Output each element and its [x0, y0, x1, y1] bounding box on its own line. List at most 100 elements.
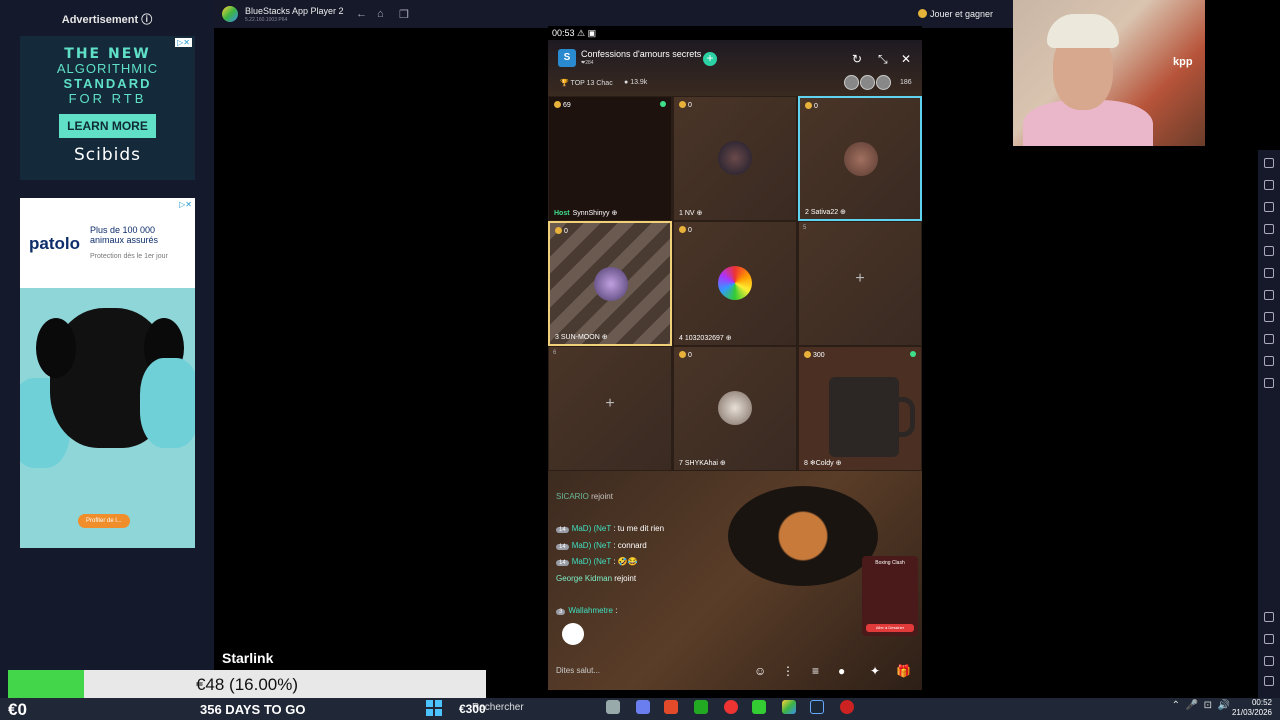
user-avatar[interactable]: [594, 267, 628, 301]
seat-4[interactable]: 0 4 1032032697 ⊕: [673, 221, 797, 346]
sidebar-tool-icon[interactable]: [1264, 158, 1274, 168]
sidebar-tool-icon[interactable]: [1264, 246, 1274, 256]
dog-ear: [36, 318, 76, 378]
seat-8[interactable]: 300 8 ❄Coldy ⊕: [798, 346, 922, 471]
emoji-icon[interactable]: ☺: [754, 664, 766, 678]
minimize-icon[interactable]: ⤡: [878, 52, 888, 67]
sidebar-tool-icon[interactable]: [1264, 312, 1274, 322]
room-avatar[interactable]: S: [558, 49, 576, 67]
bluestacks-version: 5.22.160.1003 P64: [245, 17, 288, 23]
brave-icon[interactable]: [664, 700, 678, 714]
chat-user[interactable]: MaD) (NeT: [572, 557, 611, 566]
chat-user[interactable]: Wallahmetre: [568, 606, 613, 615]
party-icon[interactable]: ✦: [870, 664, 880, 678]
sidebar-tool-icon[interactable]: [1264, 202, 1274, 212]
multitask-icon[interactable]: ❐: [399, 8, 409, 21]
app-icon[interactable]: [724, 700, 738, 714]
room-name[interactable]: Confessions d'amours secrets: [581, 49, 701, 59]
seat-user: SynnShinyy: [572, 210, 610, 217]
sidebar-tool-icon[interactable]: [1264, 268, 1274, 278]
recent-apps-icon[interactable]: [1264, 676, 1274, 686]
money-left: €0: [8, 700, 27, 719]
seat-2[interactable]: 0 2 Sativa22 ⊕: [798, 96, 922, 221]
close-icon[interactable]: ✕: [901, 52, 911, 66]
chat-input[interactable]: Dites salut...: [556, 666, 600, 675]
app-icon[interactable]: [752, 700, 766, 714]
seat-coins-value: 0: [564, 228, 568, 235]
taskbar-clock[interactable]: 00:52 21/03/2026: [1232, 698, 1272, 718]
audio-icon[interactable]: ⋮: [782, 664, 794, 678]
boxing-clash-promo[interactable]: Boxing Clash Aller à Dessiner: [862, 556, 918, 636]
user-avatar[interactable]: [718, 391, 752, 425]
menu-icon[interactable]: ≡: [812, 664, 819, 678]
system-tray[interactable]: ⌃ 🎤 ⊡ 🔊: [1172, 700, 1230, 711]
painting-lettering: kpp: [1173, 56, 1193, 68]
discord-icon[interactable]: [636, 700, 650, 714]
sidebar-tool-icon[interactable]: [1264, 356, 1274, 366]
seat-index: 4: [679, 335, 683, 342]
seat-5-empty[interactable]: 5 +: [798, 221, 922, 346]
seat-name: Host SynnShinyy ⊕: [554, 210, 618, 217]
windows-start-icon[interactable]: [426, 700, 442, 716]
share-icon[interactable]: ↻: [852, 52, 862, 66]
seat-1[interactable]: 0 1 NV ⊕: [673, 96, 797, 221]
add-seat-icon[interactable]: +: [799, 270, 921, 288]
chat-text: : tu me dit rien: [613, 524, 665, 533]
user-avatar[interactable]: [718, 266, 752, 300]
chat-user[interactable]: SICARIO: [556, 492, 589, 501]
mascot-icon[interactable]: [562, 623, 584, 645]
patolo-logo: patolo: [29, 234, 80, 253]
sidebar-tool-icon[interactable]: [1264, 334, 1274, 344]
chat-user[interactable]: MaD) (NeT: [572, 541, 611, 550]
sidebar-tool-icon[interactable]: [1264, 378, 1274, 388]
ad-close-icon[interactable]: ▷✕: [179, 200, 192, 209]
ad-choices-icon[interactable]: ▷✕: [175, 38, 192, 47]
back-icon[interactable]: [1264, 634, 1274, 644]
viewer-count[interactable]: 186: [900, 79, 912, 86]
media-icon[interactable]: [840, 700, 854, 714]
days-to-go: 356 DAYS TO GO: [200, 702, 306, 717]
seat-3[interactable]: 0 3 SUN-MOON ⊕: [548, 221, 672, 346]
sidebar-tool-icon[interactable]: [1264, 180, 1274, 190]
file-explorer-icon[interactable]: [606, 700, 620, 714]
seat-6-empty[interactable]: 6 +: [548, 346, 672, 471]
play-icon[interactable]: [694, 700, 708, 714]
user-avatar[interactable]: [844, 142, 878, 176]
learn-more-button[interactable]: LEARN MORE: [59, 114, 156, 138]
seat-host[interactable]: 69 Host SynnShinyy ⊕: [548, 96, 672, 221]
viewer-avatar[interactable]: [876, 75, 891, 90]
seat-index: 2: [805, 209, 809, 216]
promo-button[interactable]: Aller à Dessiner: [866, 624, 914, 632]
game-icon[interactable]: ●: [838, 664, 845, 678]
settings-icon[interactable]: [1264, 612, 1274, 622]
home-icon[interactable]: ⌂: [377, 8, 384, 20]
sidebar-tool-icon[interactable]: [1264, 224, 1274, 234]
chat-user[interactable]: MaD) (NeT: [572, 524, 611, 533]
top-rank-badge[interactable]: 🏆 TOP 13 Chac: [560, 79, 613, 87]
seat-user: NV: [684, 210, 695, 217]
bluestacks-taskbar-icon[interactable]: [782, 700, 796, 714]
puppy-image: [20, 288, 195, 548]
mic-icon: [660, 101, 666, 107]
play-and-win-button[interactable]: Jouer et gagner: [918, 9, 993, 19]
viewer-avatar[interactable]: [844, 75, 859, 90]
patolo-ad[interactable]: ▷✕ patolo Plus de 100 000 animaux assuré…: [20, 198, 195, 548]
user-avatar[interactable]: [718, 141, 752, 175]
follow-room-button[interactable]: +: [703, 52, 717, 66]
viewer-avatar[interactable]: [860, 75, 875, 90]
back-arrow-icon[interactable]: ←: [356, 8, 367, 20]
sidebar-tool-icon[interactable]: [1264, 290, 1274, 300]
home-icon[interactable]: [1264, 656, 1274, 666]
steam-icon[interactable]: [810, 700, 824, 714]
chat-message: 14 MaD) (NeT : tu me dit rien: [556, 524, 664, 533]
chat-user[interactable]: George Kidman: [556, 574, 612, 583]
add-seat-icon[interactable]: +: [549, 395, 671, 413]
gift-icon[interactable]: 🎁: [896, 664, 911, 678]
scibids-ad[interactable]: ▷✕ THE NEW ALGORITHMIC STANDARD FOR RTB …: [20, 36, 195, 180]
seat-7[interactable]: 0 7 SHYKAhai ⊕: [673, 346, 797, 471]
patolo-subtitle: Protection dès le 1er jour: [90, 253, 168, 260]
coin-icon: [918, 9, 927, 18]
patolo-cta-button[interactable]: Profiter de l...: [78, 514, 130, 528]
donation-progress-bar: €48 (16.00%): [8, 670, 486, 698]
seat-user: SHYKAhai: [684, 460, 718, 467]
